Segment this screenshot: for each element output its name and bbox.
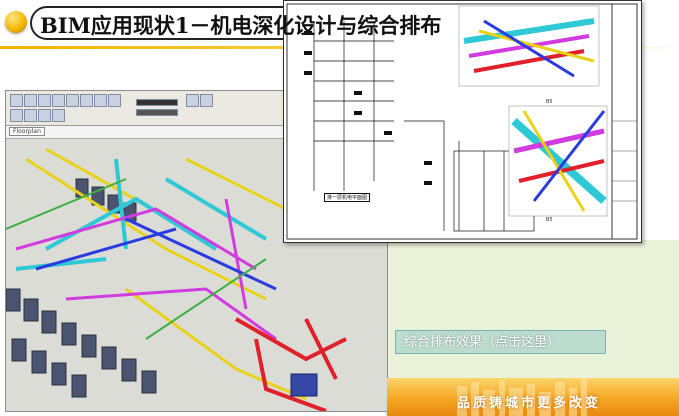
section-label: B5: [546, 99, 553, 105]
print-icon[interactable]: [52, 94, 65, 107]
cut-icon[interactable]: [66, 94, 79, 107]
page-title: BIM应用现状1－机电深化设计与综合排布: [40, 13, 442, 38]
measure-icon[interactable]: [108, 94, 121, 107]
move-icon[interactable]: [24, 109, 37, 122]
equipment-tank: [290, 373, 318, 397]
mirror-icon[interactable]: [52, 109, 65, 122]
banner-slogan: 品质铸城市更多改变: [457, 396, 602, 411]
tab-floorplan[interactable]: Floorplan: [9, 127, 45, 136]
view-result-button[interactable]: 综合排布效果（点击这里）: [395, 330, 606, 354]
plan-label: 排一层机电平面图: [324, 193, 371, 202]
brand-banner: 品质铸城市更多改变: [387, 378, 679, 416]
paste-icon[interactable]: [94, 94, 107, 107]
section-label-2: B5: [546, 217, 553, 223]
filter-icon[interactable]: [186, 94, 199, 107]
rotate-icon[interactable]: [38, 109, 51, 122]
line-style-icon[interactable]: [136, 99, 178, 106]
redo-icon[interactable]: [38, 94, 51, 107]
bullet-icon: [5, 11, 27, 33]
save-icon[interactable]: [10, 94, 23, 107]
zoom-icon[interactable]: [200, 94, 213, 107]
color-icon[interactable]: [136, 109, 178, 116]
undo-icon[interactable]: [24, 94, 37, 107]
copy-icon[interactable]: [80, 94, 93, 107]
align-icon[interactable]: [10, 109, 23, 122]
